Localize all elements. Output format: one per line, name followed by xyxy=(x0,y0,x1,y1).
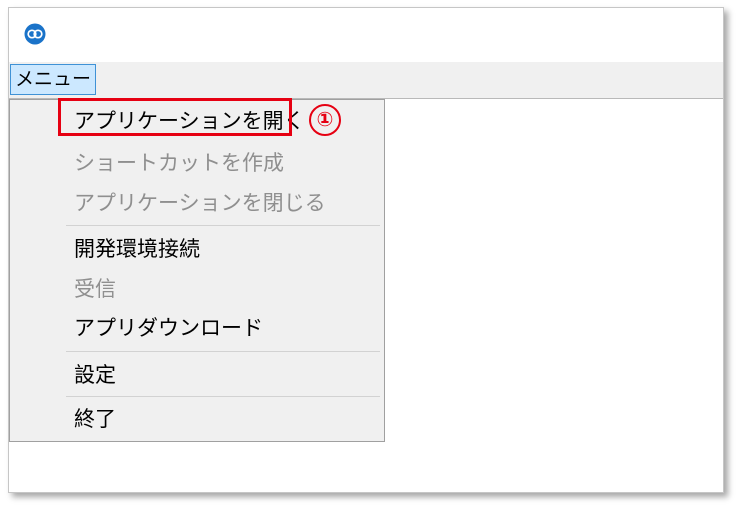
menu-item-exit[interactable]: 終了 xyxy=(74,401,116,437)
menu-separator xyxy=(66,396,380,397)
app-window: メニュー アプリケーションを開く ショートカットを作成 アプリケーションを閉じる… xyxy=(8,7,724,493)
menu-item-settings[interactable]: 設定 xyxy=(74,357,116,393)
menu-dropdown: アプリケーションを開く ショートカットを作成 アプリケーションを閉じる 開発環境… xyxy=(9,99,385,442)
menu-button[interactable]: メニュー xyxy=(10,64,96,95)
title-bar xyxy=(9,8,723,62)
app-logo-icon xyxy=(24,23,46,45)
menu-bar: メニュー xyxy=(9,62,723,99)
menu-item-create-shortcut[interactable]: ショートカットを作成 xyxy=(74,145,284,181)
annotation-highlight-box xyxy=(58,98,292,136)
menu-item-dev-environment-connect[interactable]: 開発環境接続 xyxy=(74,231,200,267)
menu-item-close-application[interactable]: アプリケーションを閉じる xyxy=(74,185,326,221)
menu-separator xyxy=(66,351,380,352)
menu-separator xyxy=(66,225,380,226)
menu-item-receive[interactable]: 受信 xyxy=(74,271,116,307)
annotation-step-badge: ① xyxy=(309,104,341,136)
menu-item-app-download[interactable]: アプリダウンロード xyxy=(74,310,263,346)
